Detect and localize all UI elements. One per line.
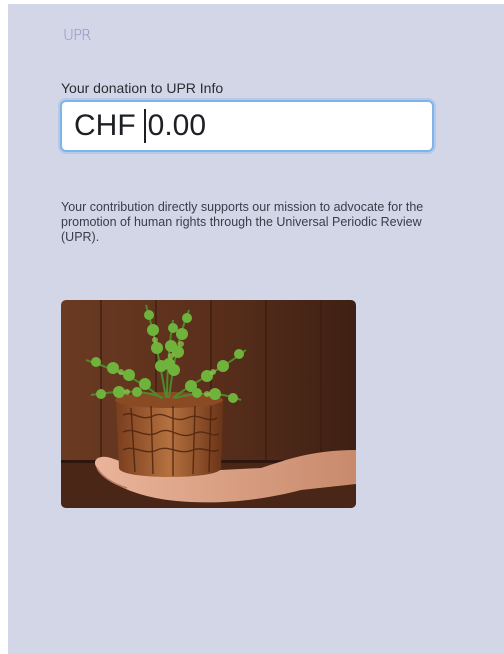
- upr-logo: UPR: [63, 26, 91, 44]
- donation-panel: UPR Your donation to UPR Info CHF Your c…: [8, 4, 504, 654]
- potted-fern-photo: [61, 300, 356, 508]
- potted-fern-image: [61, 300, 356, 508]
- donation-amount-input[interactable]: [143, 109, 398, 143]
- currency-code: CHF: [74, 109, 136, 142]
- mission-description: Your contribution directly supports our …: [61, 200, 424, 244]
- donation-amount-field[interactable]: CHF: [60, 100, 434, 152]
- donation-amount-label: Your donation to UPR Info: [61, 80, 224, 96]
